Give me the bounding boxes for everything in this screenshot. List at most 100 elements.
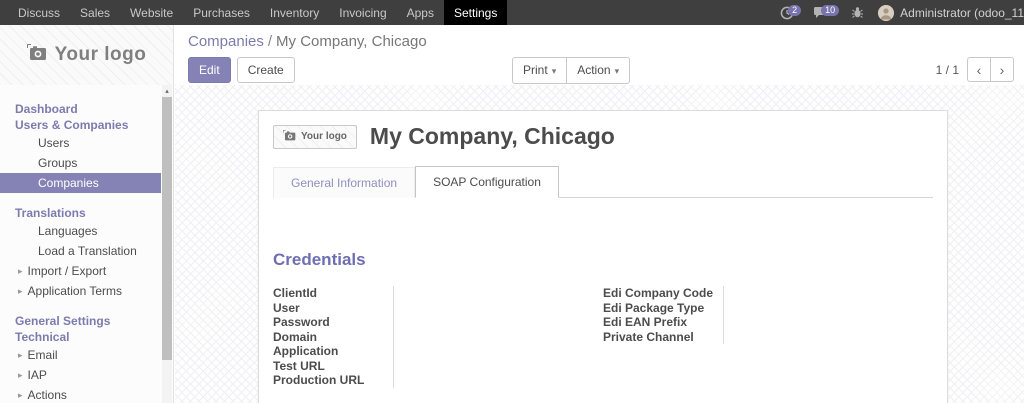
main-content: Companies / My Company, Chicago Edit Creat… bbox=[175, 25, 1024, 403]
create-button[interactable]: Create bbox=[236, 56, 295, 83]
caret-right-icon: ▸ bbox=[18, 350, 23, 360]
sidebar-menu-item[interactable]: ▸Groups bbox=[0, 153, 161, 173]
camera-icon bbox=[283, 129, 296, 144]
field-label[interactable]: Edi Package Type bbox=[603, 301, 717, 316]
camera-icon bbox=[26, 43, 47, 67]
caret-down-icon: ▾ bbox=[614, 66, 620, 76]
sidebar-menu-item-label: Users bbox=[38, 136, 70, 150]
action-dropdown-button[interactable]: Action ▾ bbox=[566, 57, 631, 84]
notebook-tab[interactable]: SOAP Configuration bbox=[415, 166, 559, 198]
caret-right-icon: ▸ bbox=[18, 390, 23, 400]
sidebar-menu-item[interactable]: ▸ Actions bbox=[0, 385, 161, 403]
topbar-menu-item[interactable]: Website bbox=[120, 0, 183, 25]
breadcrumb-companies-link[interactable]: Companies bbox=[188, 33, 264, 50]
topbar-menu-item[interactable]: Invoicing bbox=[329, 0, 396, 25]
caret-right-icon: ▸ bbox=[18, 286, 23, 296]
sidebar-menu-item[interactable]: ▸ Import / Export bbox=[0, 261, 161, 281]
sidebar-menu-item-label: Load a Translation bbox=[38, 244, 137, 258]
field-label[interactable]: Production URL bbox=[273, 373, 387, 388]
user-name: Administrator (odoo_11 bbox=[900, 5, 1024, 20]
sidebar-menu-item[interactable]: ▸Translations bbox=[0, 205, 161, 221]
topbar-menu-item[interactable]: Apps bbox=[397, 0, 444, 25]
action-button-group: Print ▾ Action ▾ bbox=[512, 57, 631, 84]
topbar-menu-item[interactable]: Discuss bbox=[8, 0, 70, 25]
sidebar-menu-item-label: Application Terms bbox=[27, 284, 123, 298]
pager-previous-button[interactable]: ‹ bbox=[967, 57, 991, 82]
form-view-background: Your logo My Company, Chicago General In… bbox=[175, 85, 1024, 403]
sidebar-menu-item[interactable]: ▸ IAP bbox=[0, 365, 161, 385]
breadcrumb-separator: / bbox=[267, 33, 273, 50]
app-window: Discuss Sales Website Purchases Inventor… bbox=[0, 0, 1024, 403]
topbar-menu-item[interactable]: Purchases bbox=[183, 0, 260, 25]
sidebar-menu-item-label: Email bbox=[27, 348, 58, 362]
sidebar-menu-item[interactable]: ▸Companies bbox=[0, 173, 161, 193]
topbar-menu-item[interactable]: Sales bbox=[70, 0, 120, 25]
edit-button[interactable]: Edit bbox=[188, 56, 231, 83]
pager: 1 / 1 ‹ › bbox=[936, 57, 1014, 82]
company-title: My Company, Chicago bbox=[369, 123, 615, 149]
field-groups: ClientId User Password Domain Applicatio… bbox=[273, 286, 933, 388]
sidebar-menu-item[interactable]: ▸Languages bbox=[0, 221, 161, 241]
sidebar-menu-item-label: Dashboard bbox=[15, 102, 78, 116]
left-field-group: ClientId User Password Domain Applicatio… bbox=[273, 286, 603, 388]
breadcrumb: Companies / My Company, Chicago bbox=[188, 31, 1014, 53]
caret-right-icon: ▸ bbox=[18, 266, 23, 276]
field-label[interactable]: Application bbox=[273, 344, 387, 359]
sidebar-menu-item[interactable]: ▸ Application Terms bbox=[0, 281, 161, 301]
control-panel-buttons: Edit Create Print ▾ Action ▾ 1 / 1 ‹ › bbox=[188, 56, 1014, 84]
sidebar-menu-item-label: Import / Export bbox=[27, 264, 107, 278]
sheet-header: Your logo My Company, Chicago bbox=[273, 123, 933, 150]
scrollbar-thumb[interactable] bbox=[162, 97, 172, 360]
sidebar-menu-item-label: Companies bbox=[38, 176, 99, 190]
field-label[interactable]: Password bbox=[273, 315, 387, 330]
company-logo-field[interactable]: Your logo bbox=[273, 124, 357, 149]
sidebar-menu-item[interactable]: ▸Load a Translation bbox=[0, 241, 161, 261]
control-panel: Companies / My Company, Chicago Edit Creat… bbox=[175, 25, 1024, 85]
sidebar-menu-item[interactable]: ▸Technical bbox=[0, 329, 161, 345]
sidebar-menu-item[interactable]: ▸Users & Companies bbox=[0, 117, 161, 133]
user-menu[interactable]: Administrator (odoo_11 bbox=[878, 4, 1024, 21]
pager-next-button[interactable]: › bbox=[990, 57, 1014, 82]
sidebar-menu-item-label: Users & Companies bbox=[15, 118, 129, 132]
sidebar-menu: ▸Dashboard ▸Users & Companies ▸Users ▸Gr… bbox=[0, 85, 161, 403]
field-label[interactable]: Test URL bbox=[273, 359, 387, 374]
sidebar-scrollbar[interactable]: ▴ bbox=[162, 85, 172, 403]
sidebar-menu-item-label: Technical bbox=[15, 330, 70, 344]
print-dropdown-button[interactable]: Print ▾ bbox=[512, 57, 568, 84]
sidebar-menu-item-label: General Settings bbox=[15, 314, 111, 328]
sidebar-menu-item-label: Languages bbox=[38, 224, 98, 238]
field-label[interactable]: Edi EAN Prefix bbox=[603, 315, 717, 330]
topbar-menu-item[interactable]: Settings bbox=[443, 0, 508, 25]
right-field-labels: Edi Company Code Edi Package Type Edi EA… bbox=[603, 286, 724, 344]
left-field-labels: ClientId User Password Domain Applicatio… bbox=[273, 286, 394, 388]
field-label[interactable]: Domain bbox=[273, 330, 387, 345]
company-logo-label: Your logo bbox=[54, 44, 147, 65]
field-label[interactable]: ClientId bbox=[273, 286, 387, 301]
chevron-left-icon: ‹ bbox=[976, 61, 982, 78]
message-count-badge: 10 bbox=[821, 5, 840, 16]
bug-icon[interactable] bbox=[851, 6, 864, 19]
pager-buttons: ‹ › bbox=[967, 57, 1014, 82]
field-label[interactable]: Private Channel bbox=[603, 330, 717, 345]
field-label[interactable]: User bbox=[273, 301, 387, 316]
caret-down-icon: ▾ bbox=[551, 66, 557, 76]
sidebar-menu-item-label: IAP bbox=[27, 368, 47, 382]
scroll-up-button[interactable]: ▴ bbox=[162, 85, 172, 97]
sidebar-menu-item[interactable]: ▸General Settings bbox=[0, 313, 161, 329]
sidebar-menu-item[interactable]: ▸Dashboard bbox=[0, 101, 161, 117]
topbar-menu-item[interactable]: Inventory bbox=[260, 0, 329, 25]
sidebar-menu-item-label: Actions bbox=[27, 388, 67, 402]
company-logo[interactable]: Your logo bbox=[0, 25, 173, 85]
breadcrumb-current: My Company, Chicago bbox=[276, 33, 427, 50]
sidebar-menu-item[interactable]: ▸Users bbox=[0, 133, 161, 153]
activity-count-badge: 2 bbox=[788, 5, 802, 16]
credentials-section-title: Credentials bbox=[273, 250, 366, 269]
notebook-tab[interactable]: General Information bbox=[273, 167, 416, 198]
pager-value: 1 / 1 bbox=[935, 62, 959, 77]
settings-sidebar: Your logo ▸Dashboard ▸Users & Companies … bbox=[0, 25, 174, 403]
credentials-section: Credentials ClientId User Password Domai… bbox=[273, 250, 933, 388]
sidebar-menu-item[interactable]: ▸ Email bbox=[0, 345, 161, 365]
sidebar-menu-item-label: Translations bbox=[15, 206, 86, 220]
right-field-group: Edi Company Code Edi Package Type Edi EA… bbox=[603, 286, 933, 388]
field-label[interactable]: Edi Company Code bbox=[603, 286, 717, 301]
